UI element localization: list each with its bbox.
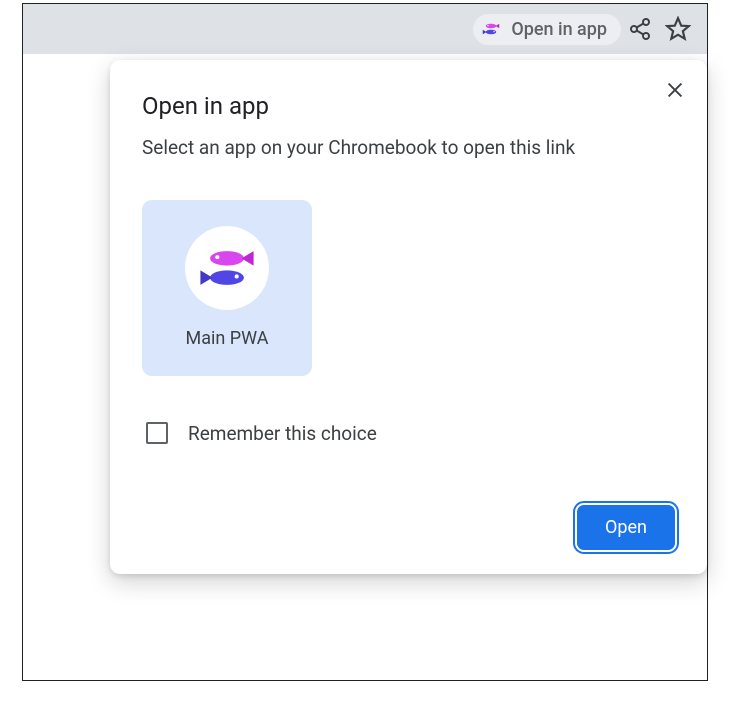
dialog-actions: Open [142, 505, 675, 550]
app-icon-wrap [185, 226, 269, 310]
chip-label: Open in app [511, 19, 607, 40]
app-grid: Main PWA [142, 200, 675, 376]
pwa-fish-icon [198, 239, 256, 297]
dialog-description: Select an app on your Chromebook to open… [142, 134, 675, 162]
remember-checkbox[interactable] [146, 422, 168, 444]
close-icon [664, 79, 686, 105]
dialog-title: Open in app [142, 92, 675, 120]
share-button[interactable] [621, 10, 659, 48]
open-in-app-chip[interactable]: Open in app [473, 14, 621, 45]
browser-toolbar: Open in app [23, 4, 707, 54]
app-frame: Open in app [22, 3, 708, 681]
open-button[interactable]: Open [577, 505, 675, 550]
star-icon [665, 16, 691, 42]
close-button[interactable] [657, 74, 693, 110]
remember-row: Remember this choice [142, 422, 675, 445]
bookmark-button[interactable] [659, 10, 697, 48]
share-icon [628, 17, 652, 41]
app-tile-main-pwa[interactable]: Main PWA [142, 200, 312, 376]
app-label: Main PWA [186, 328, 269, 349]
open-in-app-dialog: Open in app Select an app on your Chrome… [110, 60, 707, 574]
pwa-fish-icon [481, 19, 501, 39]
remember-label: Remember this choice [188, 422, 377, 445]
